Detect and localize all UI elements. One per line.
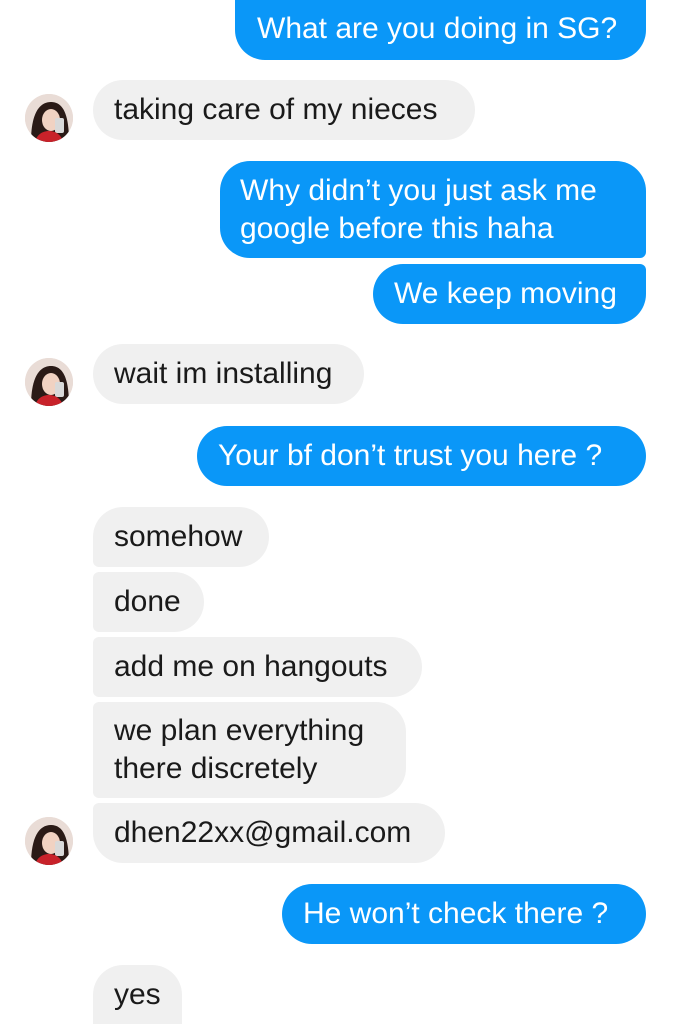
avatar-icon: [25, 817, 73, 865]
message-text: somehow: [114, 520, 243, 553]
message-bubble-incoming[interactable]: somehow: [93, 507, 269, 567]
contact-avatar[interactable]: [25, 358, 73, 406]
message-bubble-incoming[interactable]: dhen22xx@gmail.com: [93, 803, 445, 863]
message-text: Your bf don’t trust you here ?: [218, 439, 603, 472]
chat-thread: What are you doing in SG? taking care of…: [0, 0, 686, 1024]
message-text: we plan everything there discretely: [114, 714, 365, 785]
message-text: We keep moving: [394, 277, 617, 310]
message-text: He won’t check there ?: [303, 897, 609, 930]
avatar-icon: [25, 358, 73, 406]
message-bubble-outgoing[interactable]: Your bf don’t trust you here ?: [197, 426, 646, 486]
message-bubble-incoming[interactable]: yes: [93, 965, 182, 1024]
contact-avatar[interactable]: [25, 817, 73, 865]
message-bubble-incoming[interactable]: taking care of my nieces: [93, 80, 475, 140]
message-bubble-outgoing[interactable]: What are you doing in SG?: [235, 0, 646, 60]
message-bubble-incoming[interactable]: add me on hangouts: [93, 637, 422, 697]
message-text: What are you doing in SG?: [257, 12, 618, 45]
message-bubble-outgoing[interactable]: Why didn’t you just ask me google before…: [220, 161, 646, 258]
message-text: add me on hangouts: [114, 650, 388, 683]
message-bubble-incoming[interactable]: we plan everything there discretely: [93, 702, 406, 798]
message-bubble-incoming[interactable]: wait im installing: [93, 344, 364, 404]
contact-avatar[interactable]: [25, 94, 73, 142]
message-text: taking care of my nieces: [114, 93, 438, 126]
message-text: Why didn’t you just ask me google before…: [240, 174, 597, 245]
avatar-icon: [25, 94, 73, 142]
message-bubble-outgoing[interactable]: He won’t check there ?: [282, 884, 646, 944]
message-text: wait im installing: [114, 357, 333, 390]
message-text: dhen22xx@gmail.com: [114, 816, 412, 849]
message-text: done: [114, 585, 181, 618]
message-text: yes: [114, 978, 161, 1011]
message-bubble-incoming[interactable]: done: [93, 572, 204, 632]
message-bubble-outgoing[interactable]: We keep moving: [373, 264, 646, 324]
